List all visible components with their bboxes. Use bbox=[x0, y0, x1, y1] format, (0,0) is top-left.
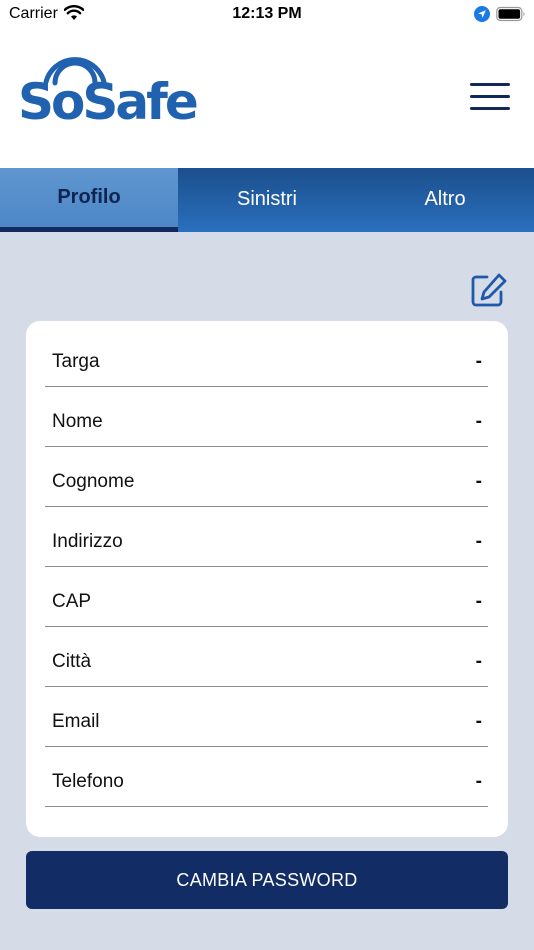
field-value: - bbox=[475, 471, 482, 492]
profile-card: Targa - Nome - Cognome - Indirizzo - CAP… bbox=[26, 321, 508, 837]
field-label: Città bbox=[52, 651, 92, 672]
hamburger-menu-icon[interactable] bbox=[468, 80, 512, 114]
change-password-button[interactable]: CAMBIA PASSWORD bbox=[26, 851, 508, 909]
field-label: Indirizzo bbox=[52, 531, 123, 552]
field-value: - bbox=[475, 711, 482, 732]
field-label: Cognome bbox=[52, 471, 135, 492]
tab-altro[interactable]: Altro bbox=[356, 168, 534, 232]
field-label: Telefono bbox=[52, 771, 124, 792]
location-icon bbox=[474, 6, 490, 22]
field-row-nome: Nome - bbox=[45, 387, 488, 447]
app-header: SoSafe bbox=[0, 30, 534, 168]
field-value: - bbox=[475, 771, 482, 792]
battery-icon bbox=[496, 6, 525, 22]
menu-line bbox=[470, 83, 510, 86]
sosafe-logo: SoSafe bbox=[18, 56, 218, 128]
field-value: - bbox=[475, 651, 482, 672]
status-bar: Carrier 12:13 PM bbox=[0, 0, 534, 30]
field-row-citta: Città - bbox=[45, 627, 488, 687]
field-label: CAP bbox=[52, 591, 92, 612]
field-value: - bbox=[475, 531, 482, 552]
tab-bar: Profilo Sinistri Altro bbox=[0, 168, 534, 232]
menu-line bbox=[470, 95, 510, 98]
field-row-cap: CAP - bbox=[45, 567, 488, 627]
menu-line bbox=[470, 107, 510, 110]
field-row-telefono: Telefono - bbox=[45, 747, 488, 807]
field-label: Targa bbox=[52, 351, 100, 372]
field-label: Nome bbox=[52, 411, 103, 432]
field-row-targa: Targa - bbox=[45, 327, 488, 387]
tab-sinistri[interactable]: Sinistri bbox=[178, 168, 356, 232]
field-value: - bbox=[475, 411, 482, 432]
active-tab-indicator bbox=[0, 227, 178, 232]
field-value: - bbox=[475, 351, 482, 372]
edit-icon[interactable] bbox=[470, 272, 508, 308]
field-value: - bbox=[475, 591, 482, 612]
field-label: Email bbox=[52, 711, 100, 732]
field-row-indirizzo: Indirizzo - bbox=[45, 507, 488, 567]
status-time: 12:13 PM bbox=[232, 5, 302, 22]
tab-profilo[interactable]: Profilo bbox=[0, 168, 178, 232]
field-row-cognome: Cognome - bbox=[45, 447, 488, 507]
logo-text: SoSafe bbox=[18, 73, 199, 131]
field-row-email: Email - bbox=[45, 687, 488, 747]
